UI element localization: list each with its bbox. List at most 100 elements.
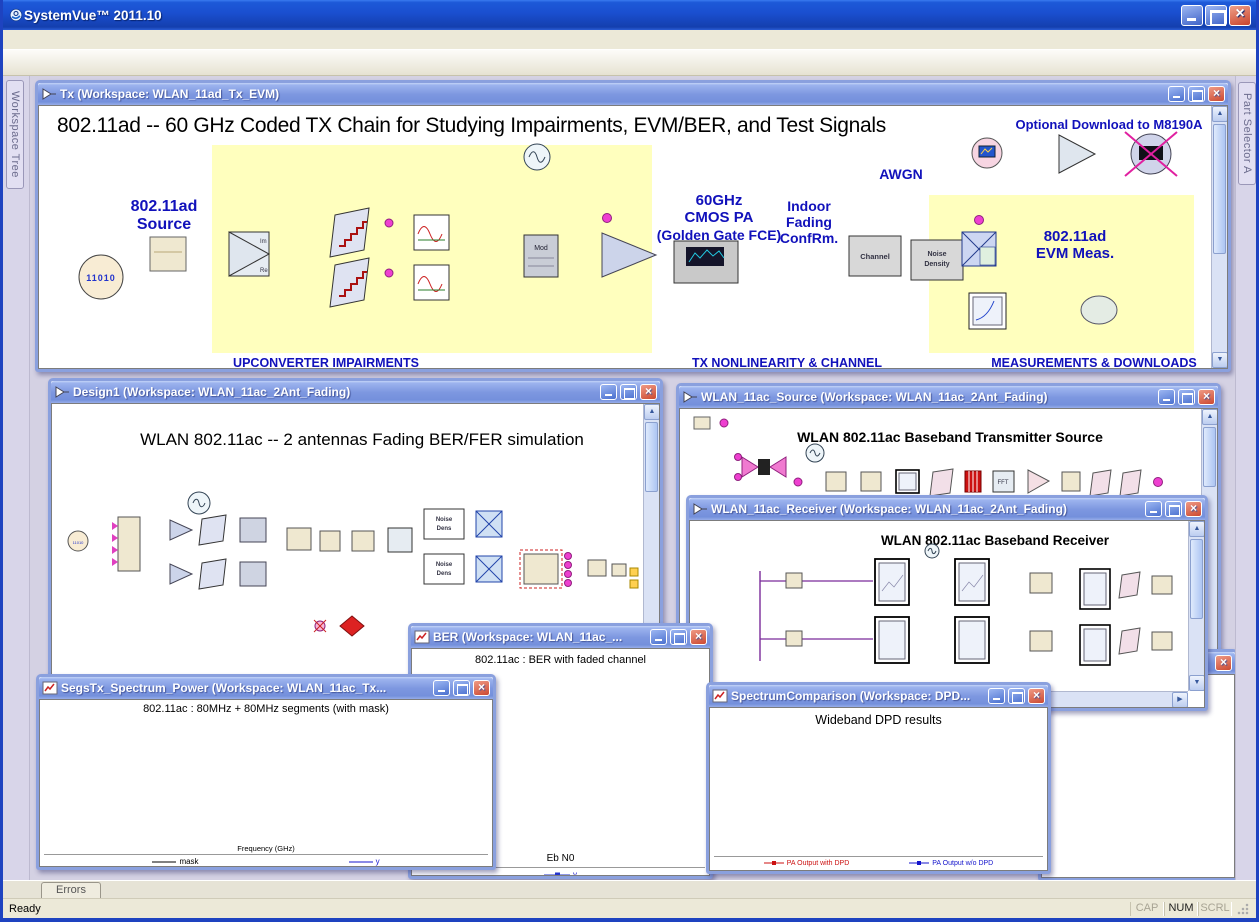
rx-in2[interactable] <box>786 631 802 646</box>
receiver-minimize-button[interactable] <box>1145 501 1162 517</box>
noise-dens2[interactable]: Noise Dens <box>424 554 464 584</box>
source-multiport[interactable] <box>112 517 140 571</box>
dpd-titlebar[interactable]: SpectrumComparison (Workspace: DPD... <box>709 685 1048 707</box>
spectrum-maximize-button[interactable] <box>453 680 470 696</box>
tx-vscrollbar[interactable]: ▲ ▼ <box>1211 106 1227 368</box>
quant1[interactable] <box>199 515 226 545</box>
rx-framed2[interactable] <box>955 559 989 605</box>
wlan11ad-source-block[interactable] <box>150 237 186 271</box>
spectrum-minimize-button[interactable] <box>433 680 450 696</box>
src-framed[interactable] <box>896 470 919 493</box>
mixer2[interactable] <box>476 556 502 582</box>
tx-maximize-button[interactable] <box>1188 86 1205 102</box>
ber-sink-diamond[interactable] <box>340 616 364 636</box>
mixer1[interactable] <box>476 511 502 537</box>
sink2[interactable] <box>612 564 626 576</box>
ber-close-button[interactable] <box>690 629 707 645</box>
rx-framed4[interactable] <box>955 617 989 663</box>
spectrum-titlebar[interactable]: SegsTx_Spectrum_Power (Workspace: WLAN_1… <box>39 677 493 699</box>
pa-fce-block[interactable] <box>674 241 738 283</box>
design1-titlebar[interactable]: Design1 (Workspace: WLAN_11ac_2Ant_Fadin… <box>51 381 660 403</box>
rx-eq1[interactable] <box>1030 573 1052 593</box>
ofdm-filter2-block[interactable] <box>414 215 449 250</box>
fading-block1[interactable] <box>287 528 311 550</box>
modulator-block[interactable]: Mod <box>524 235 558 277</box>
rx-deint2[interactable] <box>1119 628 1140 654</box>
dpd-minimize-button[interactable] <box>988 688 1005 704</box>
fading-block2[interactable] <box>320 531 340 551</box>
oscillator-icon[interactable] <box>524 144 550 170</box>
rx-in1[interactable] <box>786 573 802 588</box>
source-maximize-button[interactable] <box>1178 389 1195 405</box>
app-minimize-button[interactable] <box>1181 5 1203 26</box>
channel-block[interactable]: Channel <box>849 236 901 276</box>
src-interleave[interactable] <box>930 469 953 496</box>
evm-sink-icon[interactable] <box>1081 296 1117 324</box>
receiver-maximize-button[interactable] <box>1165 501 1182 517</box>
rx-framed1[interactable] <box>875 559 909 605</box>
mimo-enc1[interactable] <box>240 518 266 542</box>
noise-density-block[interactable]: Noise Density <box>911 240 963 280</box>
noise-dens1[interactable]: Noise Dens <box>424 509 464 539</box>
fft-block[interactable]: FFT <box>993 471 1014 492</box>
rx-framed5[interactable] <box>1080 569 1110 609</box>
src-blk1[interactable] <box>826 472 846 491</box>
ber-titlebar[interactable]: BER (Workspace: WLAN_11ac_... <box>411 626 710 648</box>
receiver-vscrollbar[interactable]: ▲ ▼ <box>1188 521 1204 691</box>
quantizer-L2[interactable] <box>330 258 369 307</box>
mixer-block[interactable] <box>962 232 996 266</box>
dpd-maximize-button[interactable] <box>1008 688 1025 704</box>
cx-to-rect-block[interactable]: Im Re <box>229 232 269 276</box>
dpd-close-button[interactable] <box>1028 688 1045 704</box>
tx-minimize-button[interactable] <box>1168 86 1185 102</box>
combiner[interactable] <box>352 531 374 551</box>
quant2[interactable] <box>199 559 226 589</box>
src-blk3[interactable] <box>1062 472 1080 491</box>
mimo-bowtie[interactable] <box>735 454 787 481</box>
workspace-tree-tab[interactable]: Workspace Tree <box>6 80 24 189</box>
rx-dec1[interactable] <box>1152 576 1172 594</box>
src-amp[interactable] <box>1028 470 1049 493</box>
quantizer-L1[interactable] <box>330 208 369 257</box>
sink1[interactable] <box>588 560 606 576</box>
rx-framed3[interactable] <box>875 617 909 663</box>
source-minimize-button[interactable] <box>1158 389 1175 405</box>
amp1-icon[interactable] <box>170 520 192 540</box>
resize-grip[interactable] <box>1236 902 1250 916</box>
errors-tab[interactable]: Errors <box>41 882 101 898</box>
source-titlebar[interactable]: WLAN_11ac_Source (Workspace: WLAN_11ac_2… <box>679 386 1218 408</box>
tx-window-titlebar[interactable]: Tx (Workspace: WLAN_11ad_Tx_EVM) <box>38 83 1228 105</box>
src-blk4[interactable] <box>1090 470 1111 496</box>
source-close-button[interactable] <box>1198 389 1215 405</box>
m8190-scope-icon[interactable] <box>1125 132 1177 176</box>
bit-source[interactable]: 11010 <box>68 531 88 551</box>
design1-minimize-button[interactable] <box>600 384 617 400</box>
receiver-close-button[interactable] <box>1185 501 1202 517</box>
rx-deint1[interactable] <box>1119 572 1140 598</box>
amp2-icon[interactable] <box>170 564 192 584</box>
ccdf-block[interactable] <box>969 293 1006 329</box>
ofdm-filter1-block[interactable] <box>414 265 449 300</box>
receiver-titlebar[interactable]: WLAN_11ac_Receiver (Workspace: WLAN_11ac… <box>689 498 1205 520</box>
src-blk2[interactable] <box>861 472 881 491</box>
src-mapper[interactable] <box>965 471 981 492</box>
mimo-enc2[interactable] <box>240 562 266 586</box>
vsa-sink-icon[interactable] <box>972 138 1002 168</box>
rx-dec2[interactable] <box>1152 632 1172 650</box>
rx-eq2[interactable] <box>1030 631 1052 651</box>
ber-minimize-button[interactable] <box>650 629 667 645</box>
app-titlebar[interactable]: SystemVue™ 2011.10 <box>3 0 1256 30</box>
ber-maximize-button[interactable] <box>670 629 687 645</box>
app-maximize-button[interactable] <box>1205 5 1227 26</box>
m8190-converter[interactable] <box>1059 135 1095 173</box>
app-close-button[interactable] <box>1229 5 1251 26</box>
tx-close-button[interactable] <box>1208 86 1225 102</box>
part-selector-tab[interactable]: Part Selector A <box>1238 82 1256 185</box>
data-pattern-source[interactable]: 11010 <box>79 255 123 299</box>
spectrum-close-button[interactable] <box>473 680 490 696</box>
constellation-close-button[interactable] <box>1215 655 1232 671</box>
rx-framed6[interactable] <box>1080 625 1110 665</box>
design1-maximize-button[interactable] <box>620 384 637 400</box>
src-blk5[interactable] <box>1120 470 1141 496</box>
design1-close-button[interactable] <box>640 384 657 400</box>
